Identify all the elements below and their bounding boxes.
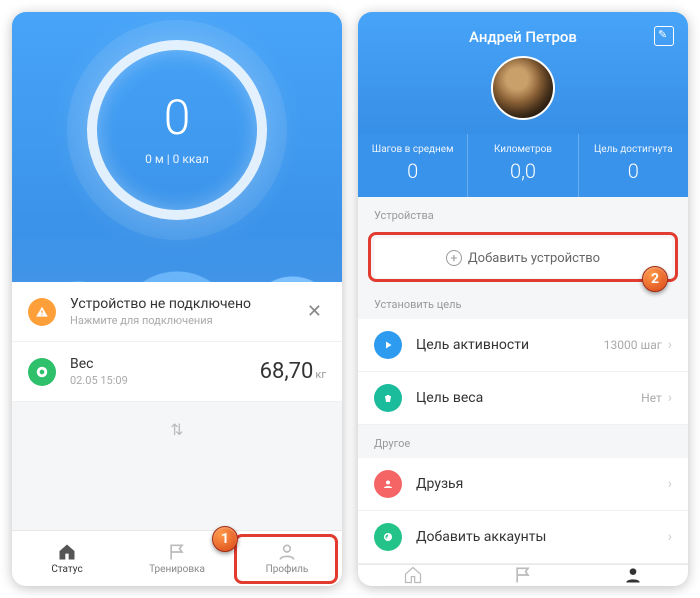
device-warning-row[interactable]: Устройство не подключено Нажмите для под… [12,282,342,342]
profile-stats: Шагов в среднем 0 Километров 0,0 Цель до… [358,134,688,197]
chevron-right-icon: › [668,390,672,406]
accounts-icon [374,523,402,551]
avatar[interactable] [491,56,555,120]
weight-row[interactable]: Вес 02.05 15:09 68,70кг [12,342,342,402]
highlight-profile-tab [234,534,338,584]
step-ring[interactable]: 0 0 м | 0 ккал [87,40,267,220]
sync-button[interactable]: ⇅ [12,402,342,457]
home-icon [57,542,77,562]
flag-icon [167,542,187,562]
nav-profile[interactable]: Профиль [578,565,688,586]
status-hero: 0 0 м | 0 ккал [12,12,342,282]
weight-unit: кг [315,368,326,381]
step-subtext: 0 м | 0 ккал [145,152,209,166]
nav-status[interactable]: Статус [12,531,122,586]
goal-activity-value: 13000 шаг [604,338,662,352]
friends-icon [374,470,402,498]
bottom-nav: Статус Тренировка Профиль [358,564,688,586]
close-icon[interactable]: ✕ [303,297,326,326]
profile-screen: Андрей Петров Шагов в среднем 0 Километр… [358,12,688,586]
weight-icon [28,358,56,386]
status-screen: 0 0 м | 0 ккал Устройство не подключено … [12,12,342,586]
nav-workout[interactable]: Тренировка [468,565,578,586]
profile-username: Андрей Петров [358,28,688,46]
profile-header: Андрей Петров [358,12,688,134]
weight-date: 02.05 15:09 [70,374,260,387]
section-devices: Устройства [358,197,688,230]
person-icon [623,565,643,585]
bag-icon [374,384,402,412]
device-warning-title: Устройство не подключено [70,296,303,312]
section-goal: Установить цель [358,286,688,319]
stat-goal[interactable]: Цель достигнута 0 [579,134,688,197]
goal-activity-row[interactable]: Цель активности 13000 шаг › [358,319,688,372]
chevron-right-icon: › [668,529,672,545]
goal-weight-value: Нет [641,391,662,405]
edit-icon[interactable] [654,26,674,46]
flag-icon [513,565,533,585]
add-accounts-row[interactable]: Добавить аккаунты › [358,511,688,564]
friends-row[interactable]: Друзья › [358,458,688,511]
weight-value: 68,70 [260,359,314,384]
play-icon [374,331,402,359]
chevron-right-icon: › [668,337,672,353]
chevron-right-icon: › [668,476,672,492]
weight-label: Вес [70,356,260,372]
nav-status[interactable]: Статус [358,565,468,586]
step-badge-2: 2 [642,266,668,292]
stat-km[interactable]: Километров 0,0 [468,134,578,197]
stat-steps-avg[interactable]: Шагов в среднем 0 [358,134,468,197]
step-badge-1: 1 [212,526,238,552]
home-icon [403,565,423,585]
highlight-add-device [368,232,678,282]
section-other: Другое [358,425,688,458]
step-count: 0 [164,94,191,142]
warning-icon [28,298,56,326]
goal-weight-row[interactable]: Цель веса Нет › [358,372,688,425]
device-warning-sub: Нажмите для подключения [70,314,303,327]
